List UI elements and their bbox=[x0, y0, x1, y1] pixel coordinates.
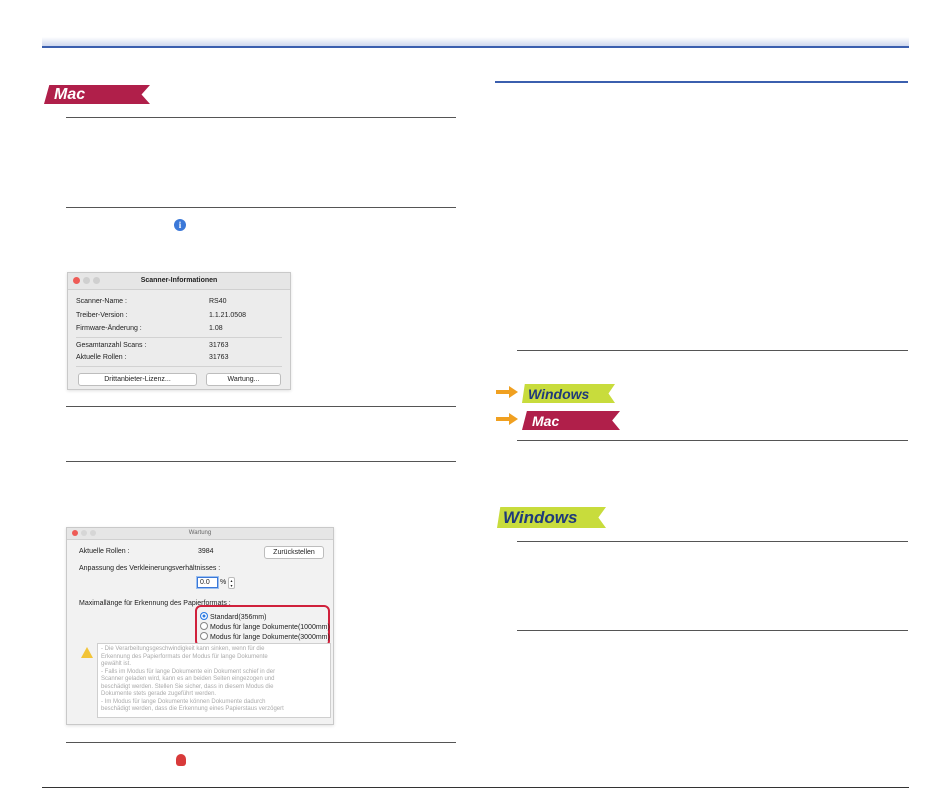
warning-text-box: - Die Verarbeitungsgeschwindigkeit kann … bbox=[97, 643, 331, 718]
header-line bbox=[42, 46, 909, 48]
warning-line: Scanner geladen wird, kann es an beiden … bbox=[101, 676, 275, 682]
mac-badge: Mac bbox=[44, 85, 150, 104]
rollers-label: Aktuelle Rollen : bbox=[79, 548, 130, 555]
footer-rule bbox=[42, 787, 909, 788]
info-row-label: Aktuelle Rollen : bbox=[76, 354, 127, 361]
warning-line: beschädigt werden, dass die Erkennung ei… bbox=[101, 706, 284, 712]
dialog-separator bbox=[76, 337, 282, 338]
rollers-value: 3984 bbox=[198, 548, 214, 555]
arrow-right-icon bbox=[496, 413, 518, 425]
ratio-stepper[interactable]: ▴ ▾ bbox=[228, 577, 235, 589]
section-rule bbox=[495, 81, 908, 83]
divider bbox=[66, 406, 456, 407]
divider bbox=[66, 207, 456, 208]
info-row-label: Gesamtanzahl Scans : bbox=[76, 342, 147, 349]
windows-badge: Windows bbox=[497, 507, 606, 528]
option-label: Standard(356mm) bbox=[210, 614, 267, 621]
warning-line: Dokumente stets gerade zugeführt werden. bbox=[101, 691, 217, 697]
radio[interactable] bbox=[200, 622, 208, 630]
record-icon bbox=[176, 754, 186, 766]
dialog-titlebar: Scanner-Informationen bbox=[68, 273, 290, 290]
dialog-titlebar: Wartung bbox=[67, 528, 333, 540]
divider bbox=[66, 117, 456, 118]
windows-badge-label: Windows bbox=[503, 507, 578, 527]
info-row-label: Scanner-Name : bbox=[76, 298, 127, 305]
info-row-value: 31763 bbox=[209, 354, 229, 361]
ratio-input[interactable]: 0.0 bbox=[197, 577, 218, 588]
dialog-title: Scanner-Informationen bbox=[140, 277, 218, 284]
arrow-right-icon bbox=[496, 386, 518, 398]
reset-button[interactable]: Zurückstellen bbox=[264, 546, 324, 559]
scanner-info-dialog: Scanner-Informationen Scanner-Name : RS4… bbox=[67, 272, 291, 390]
dialog-title: Wartung bbox=[188, 530, 212, 536]
mac-badge-label: Mac bbox=[54, 85, 86, 103]
info-row-value: RS40 bbox=[209, 298, 227, 305]
radio[interactable] bbox=[200, 632, 208, 640]
divider bbox=[66, 742, 456, 743]
divider bbox=[66, 461, 456, 462]
warning-line: - Im Modus für lange Dokumente können Do… bbox=[101, 698, 266, 705]
info-row-value: 31763 bbox=[209, 342, 229, 349]
divider bbox=[517, 440, 908, 441]
warning-line: beschädigt werden. Stellen Sie sicher, d… bbox=[101, 683, 274, 690]
ratio-unit: % bbox=[220, 579, 227, 586]
divider bbox=[517, 350, 908, 351]
divider bbox=[517, 630, 908, 631]
mac-badge-label: Mac bbox=[532, 412, 560, 429]
maintenance-button[interactable]: Wartung... bbox=[206, 373, 281, 386]
divider bbox=[517, 541, 908, 542]
info-icon: i bbox=[174, 219, 186, 231]
option-label: Modus für lange Dokumente(1000mm) bbox=[210, 624, 330, 631]
third-party-license-button[interactable]: Drittanbieter-Lizenz... bbox=[78, 373, 197, 386]
maintenance-dialog: Wartung Aktuelle Rollen : 3984 Zurückste… bbox=[66, 527, 334, 725]
windows-badge-label: Windows bbox=[528, 385, 590, 402]
windows-badge: Windows bbox=[522, 384, 615, 403]
warning-line: Erkennung des Papierformats der Modus fü… bbox=[101, 653, 268, 660]
option-long-1000[interactable]: Modus für lange Dokumente(1000mm) bbox=[200, 622, 330, 631]
info-row-label: Treiber-Version : bbox=[76, 312, 128, 319]
warning-line: - Falls im Modus für lange Dokumente ein… bbox=[101, 668, 276, 675]
warning-line: gewählt ist. bbox=[101, 661, 132, 667]
ratio-label: Anpassung des Verkleinerungsverhältnisse… bbox=[79, 565, 221, 572]
info-row-label: Firmware-Änderung : bbox=[76, 325, 142, 332]
mac-badge: Mac bbox=[522, 411, 620, 430]
warning-line: - Die Verarbeitungsgeschwindigkeit kann … bbox=[101, 646, 265, 652]
option-label: Modus für lange Dokumente(3000mm) bbox=[210, 634, 330, 641]
dialog-separator bbox=[76, 366, 282, 367]
warning-icon bbox=[81, 647, 93, 658]
info-row-value: 1.08 bbox=[209, 325, 223, 332]
option-standard[interactable]: Standard(356mm) bbox=[200, 612, 266, 621]
option-long-3000[interactable]: Modus für lange Dokumente(3000mm) bbox=[200, 632, 330, 641]
info-row-value: 1.1.21.0508 bbox=[209, 312, 246, 319]
radio-selected[interactable] bbox=[200, 612, 208, 620]
